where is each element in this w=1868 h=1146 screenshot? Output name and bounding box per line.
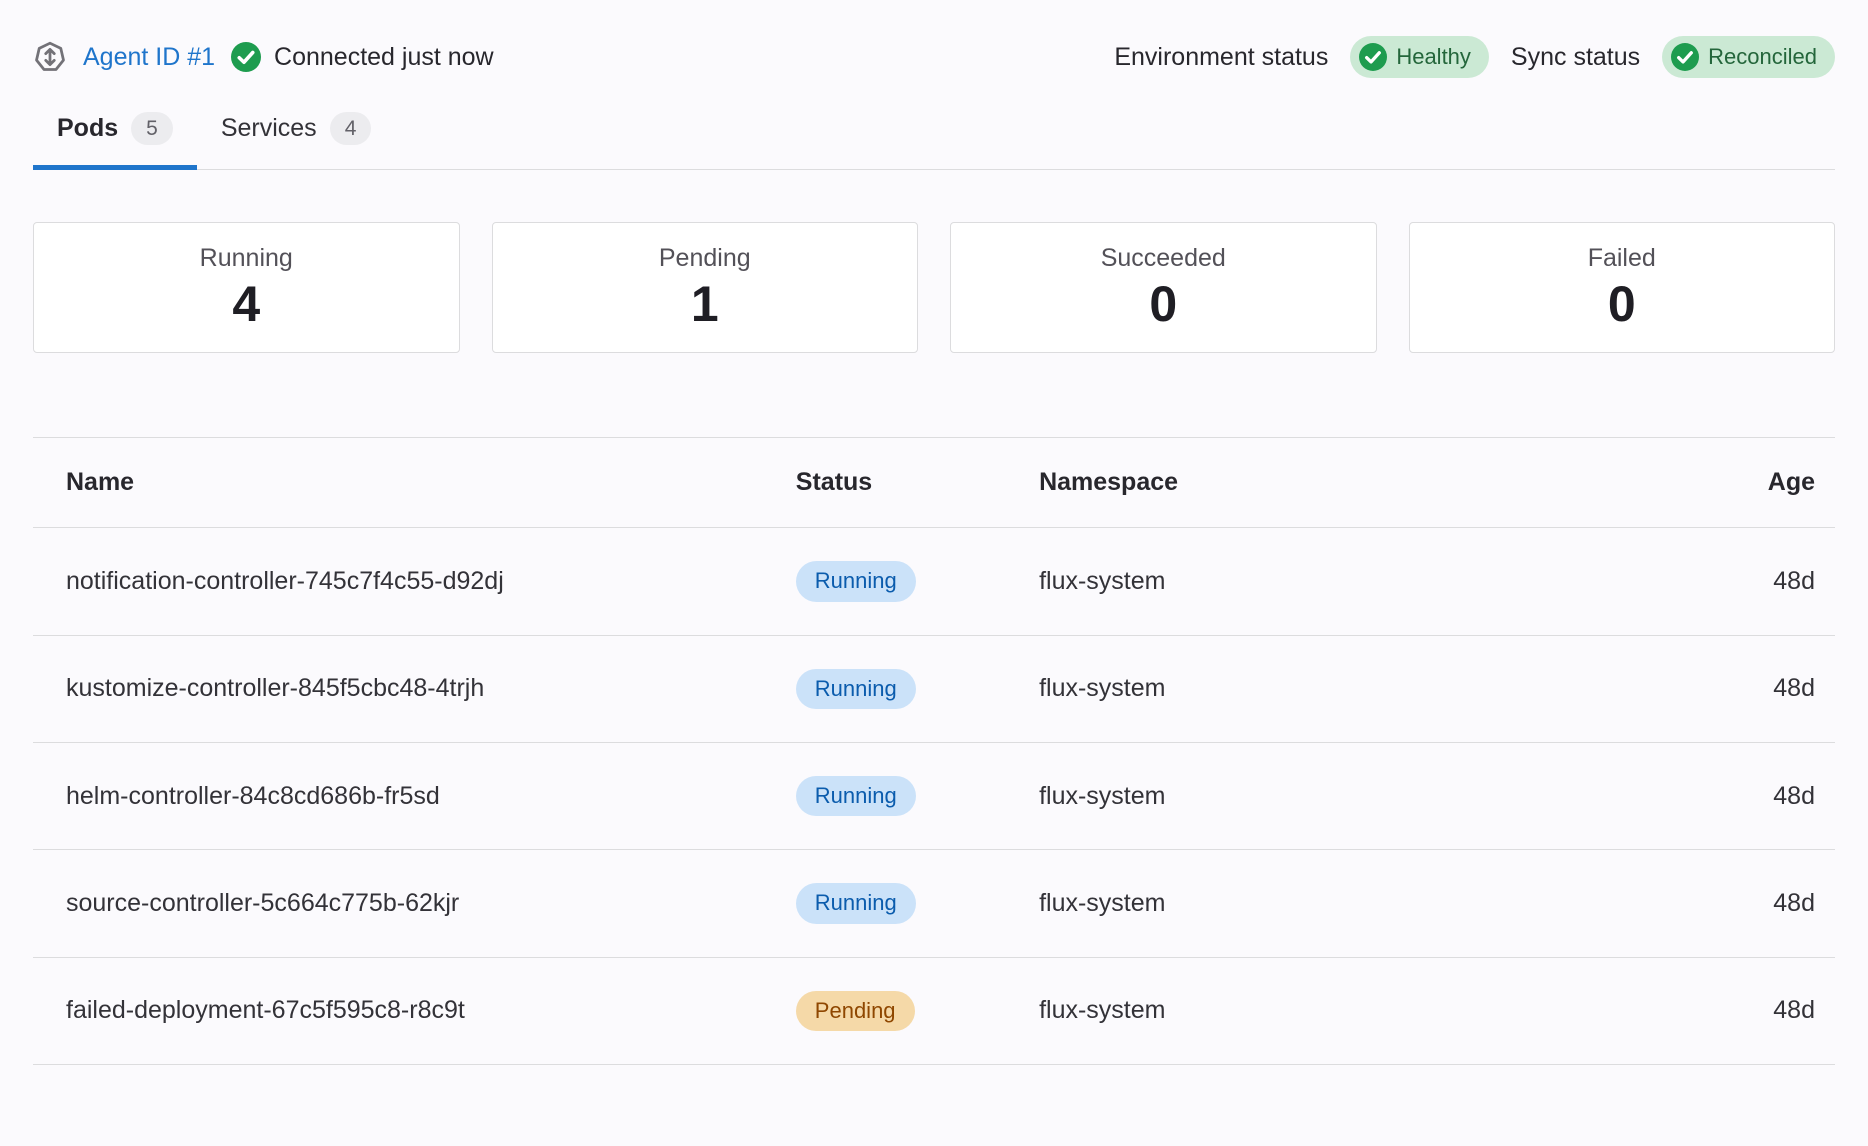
pod-status-cell: Pending [763, 957, 1006, 1064]
tabs-bar: Pods 5 Services 4 [33, 112, 1835, 170]
connection-status: Connected just now [231, 42, 494, 72]
kubernetes-agent-icon [33, 40, 67, 74]
status-summary: Environment status Healthy Sync status [1114, 36, 1835, 78]
card-failed-value: 0 [1608, 277, 1636, 332]
topbar: Agent ID #1 Connected just now Environme… [33, 32, 1835, 82]
table-row: source-controller-5c664c775b-62kjr Runni… [33, 850, 1835, 957]
pod-summary-cards: Running 4 Pending 1 Succeeded 0 Failed 0 [33, 222, 1835, 353]
table-header-row: Name Status Namespace Age [33, 438, 1835, 528]
sync-status-label: Sync status [1511, 43, 1640, 72]
pod-status-badge: Running [796, 883, 916, 923]
pod-name-cell: helm-controller-84c8cd686b-fr5sd [33, 742, 763, 849]
tab-pods[interactable]: Pods 5 [33, 112, 197, 169]
pod-status-badge: Running [796, 669, 916, 709]
pod-name-cell: source-controller-5c664c775b-62kjr [33, 850, 763, 957]
pod-name-cell: kustomize-controller-845f5cbc48-4trjh [33, 635, 763, 742]
pod-status-cell: Running [763, 528, 1006, 635]
pod-age-cell: 48d [1682, 957, 1835, 1064]
column-header-name: Name [33, 438, 763, 528]
card-failed-label: Failed [1588, 244, 1656, 273]
environment-badge-text: Healthy [1396, 46, 1471, 68]
pod-status-badge: Running [796, 561, 916, 601]
table-row: failed-deployment-67c5f595c8-r8c9t Pendi… [33, 957, 1835, 1064]
table-row: kustomize-controller-845f5cbc48-4trjh Ru… [33, 635, 1835, 742]
tab-services[interactable]: Services 4 [197, 112, 396, 169]
pod-namespace-cell: flux-system [1006, 850, 1682, 957]
pod-status-cell: Running [763, 850, 1006, 957]
card-running: Running 4 [33, 222, 460, 353]
pod-namespace-cell: flux-system [1006, 635, 1682, 742]
pod-age-cell: 48d [1682, 742, 1835, 849]
card-succeeded: Succeeded 0 [950, 222, 1377, 353]
card-pending-label: Pending [659, 244, 751, 273]
tab-pods-count-badge: 5 [131, 112, 173, 145]
column-header-status: Status [763, 438, 1006, 528]
environment-status-label: Environment status [1114, 43, 1328, 72]
pods-table-body: notification-controller-745c7f4c55-d92dj… [33, 528, 1835, 1065]
pod-age-cell: 48d [1682, 528, 1835, 635]
pod-name-cell: notification-controller-745c7f4c55-d92dj [33, 528, 763, 635]
reconciled-check-icon [1671, 43, 1699, 71]
pod-namespace-cell: flux-system [1006, 742, 1682, 849]
column-header-namespace: Namespace [1006, 438, 1682, 528]
pod-status-cell: Running [763, 742, 1006, 849]
tab-pods-label: Pods [57, 114, 118, 143]
environment-status-badge: Healthy [1350, 36, 1489, 78]
column-header-age: Age [1682, 438, 1835, 528]
pod-age-cell: 48d [1682, 850, 1835, 957]
card-running-label: Running [200, 244, 293, 273]
table-row: helm-controller-84c8cd686b-fr5sd Running… [33, 742, 1835, 849]
pod-status-badge: Running [796, 776, 916, 816]
card-pending-value: 1 [691, 277, 719, 332]
pod-name-cell: failed-deployment-67c5f595c8-r8c9t [33, 957, 763, 1064]
pods-table: Name Status Namespace Age notification-c… [33, 437, 1835, 1065]
sync-status-badge: Reconciled [1662, 36, 1835, 78]
sync-badge-text: Reconciled [1708, 46, 1817, 68]
tab-services-count-badge: 4 [330, 112, 372, 145]
pod-namespace-cell: flux-system [1006, 528, 1682, 635]
healthy-check-icon [1359, 43, 1387, 71]
agent-summary: Agent ID #1 Connected just now [33, 40, 494, 74]
pod-status-cell: Running [763, 635, 1006, 742]
card-succeeded-label: Succeeded [1101, 244, 1226, 273]
pod-namespace-cell: flux-system [1006, 957, 1682, 1064]
pod-age-cell: 48d [1682, 635, 1835, 742]
pod-status-badge: Pending [796, 991, 915, 1031]
agent-id-link[interactable]: Agent ID #1 [83, 43, 215, 72]
tab-services-label: Services [221, 114, 317, 143]
agent-dashboard: Agent ID #1 Connected just now Environme… [0, 0, 1868, 1065]
card-succeeded-value: 0 [1149, 277, 1177, 332]
card-pending: Pending 1 [492, 222, 919, 353]
card-failed: Failed 0 [1409, 222, 1836, 353]
table-row: notification-controller-745c7f4c55-d92dj… [33, 528, 1835, 635]
card-running-value: 4 [232, 277, 260, 332]
connected-check-icon [231, 42, 261, 72]
connection-status-text: Connected just now [274, 43, 494, 72]
